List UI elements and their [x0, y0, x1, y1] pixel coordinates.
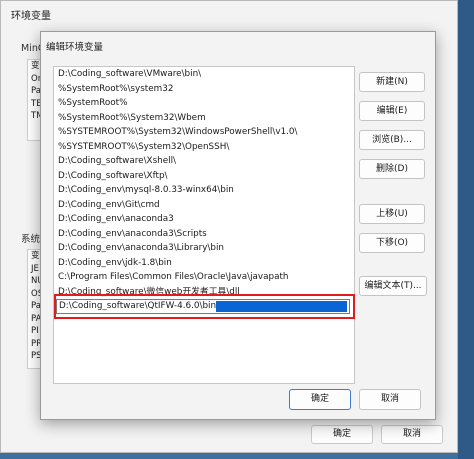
path-row[interactable]: D:\Coding_env\Git\cmd [54, 198, 354, 213]
path-row[interactable]: C:\Program Files\Common Files\Oracle\Jav… [54, 270, 354, 285]
path-row[interactable]: D:\Coding_software\Xshell\ [54, 154, 354, 169]
browse-button[interactable]: 浏览(B)... [359, 130, 425, 150]
parent-cancel-button[interactable]: 取消 [381, 425, 443, 444]
path-row[interactable]: %SystemRoot%\System32\Wbem [54, 111, 354, 126]
path-edit-text: D:\Coding_software\QtIFW-4.6.0\bin [59, 301, 217, 312]
delete-button[interactable]: 删除(D) [359, 159, 425, 179]
edit-text-button[interactable]: 编辑文本(T)... [359, 276, 427, 296]
desktop-background-strip [458, 0, 474, 459]
window-title: 环境变量 [11, 11, 51, 22]
move-up-button[interactable]: 上移(U) [359, 204, 425, 224]
edit-environment-variable-dialog: 编辑环境变量 D:\Coding_software\VMware\bin\ %Sy… [40, 31, 436, 420]
ok-button[interactable]: 确定 [289, 389, 351, 410]
parent-ok-button[interactable]: 确定 [311, 425, 373, 444]
new-button[interactable]: 新建(N) [359, 72, 425, 92]
path-row[interactable]: D:\Coding_software\微信web开发者工具\dll [54, 285, 354, 300]
path-row[interactable]: D:\Coding_env\anaconda3\Library\bin [54, 241, 354, 256]
path-row[interactable]: %SYSTEMROOT%\System32\WindowsPowerShell\… [54, 125, 354, 140]
path-row[interactable]: D:\Coding_env\jdk-1.8\bin [54, 256, 354, 271]
path-row[interactable]: %SYSTEMROOT%\System32\OpenSSH\ [54, 140, 354, 155]
path-list[interactable]: D:\Coding_software\VMware\bin\ %SystemRoo… [53, 66, 355, 384]
path-row[interactable]: D:\Coding_software\Xftp\ [54, 169, 354, 184]
edit-button[interactable]: 编辑(E) [359, 101, 425, 121]
path-row[interactable]: D:\Coding_env\mysql-8.0.33-winx64\bin [54, 183, 354, 198]
move-down-button[interactable]: 下移(O) [359, 233, 425, 253]
path-row[interactable]: %SystemRoot% [54, 96, 354, 111]
path-row-editing[interactable]: D:\Coding_software\QtIFW-4.6.0\bin [54, 299, 354, 314]
path-row[interactable]: D:\Coding_env\anaconda3 [54, 212, 354, 227]
path-row[interactable]: %SystemRoot%\system32 [54, 82, 354, 97]
path-edit-selection [216, 301, 347, 312]
path-row[interactable]: D:\Coding_software\VMware\bin\ [54, 67, 354, 82]
dialog-title: 编辑环境变量 [46, 42, 104, 53]
path-edit-input[interactable]: D:\Coding_software\QtIFW-4.6.0\bin [56, 299, 350, 314]
cancel-button[interactable]: 取消 [359, 389, 421, 410]
path-row[interactable]: D:\Coding_env\anaconda3\Scripts [54, 227, 354, 242]
